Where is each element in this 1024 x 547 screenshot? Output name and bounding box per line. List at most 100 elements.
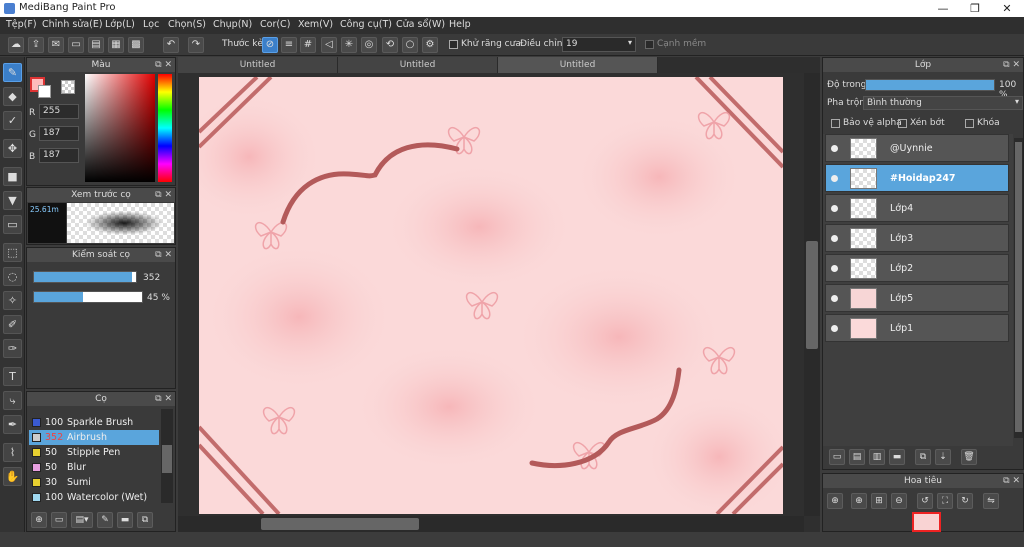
eye-icon[interactable] [831, 235, 838, 242]
panel-controls-icon[interactable]: ⧉ ✕ [155, 188, 172, 202]
eye-icon[interactable] [831, 325, 838, 332]
grid-icon[interactable]: ▩ [128, 37, 144, 53]
brush-size-slider[interactable] [33, 271, 137, 283]
duplicate-icon[interactable]: ⧉ [137, 512, 153, 528]
layer-opacity-slider[interactable] [865, 79, 995, 91]
select-pen-icon[interactable]: ✐ [3, 315, 22, 334]
comment-icon[interactable]: ✉ [48, 37, 64, 53]
brush-menu-icon[interactable]: ▤▾ [71, 512, 93, 528]
eye-icon[interactable] [831, 265, 838, 272]
background-color-swatch[interactable] [38, 85, 51, 98]
text-tool-icon[interactable]: T [3, 367, 22, 386]
rotate-right-icon[interactable]: ↻ [957, 493, 973, 509]
clipping-checkbox[interactable] [898, 119, 907, 128]
r-input[interactable]: 255 [39, 104, 79, 119]
scrollbar-thumb[interactable] [261, 518, 419, 530]
brush-item[interactable]: 50 Stipple Pen [29, 445, 159, 460]
fill-tool-icon[interactable]: ▼ [3, 191, 22, 210]
tab-document-1[interactable]: Untitled [178, 57, 338, 73]
protect-alpha-checkbox[interactable] [831, 119, 840, 128]
brush-tool-icon[interactable]: ✎ [3, 63, 22, 82]
select-eraser-icon[interactable]: ✑ [3, 339, 22, 358]
add-brush-icon[interactable]: ⊕ [31, 512, 47, 528]
settings-icon[interactable]: ⚙ [422, 37, 438, 53]
menu-tools[interactable]: Công cụ(T) [340, 19, 392, 30]
undo-icon[interactable]: ↶ [163, 37, 179, 53]
shape-tool-icon[interactable]: ■ [3, 167, 22, 186]
parallel-ruler-icon[interactable]: ≡ [281, 37, 297, 53]
menu-snap[interactable]: Chụp(N) [213, 19, 252, 30]
b-input[interactable]: 187 [39, 148, 79, 163]
eyedropper-icon[interactable]: ⌇ [3, 443, 22, 462]
layer-item[interactable]: Lớp4 [825, 194, 1009, 222]
lock-checkbox[interactable] [965, 119, 974, 128]
zoom-in-icon[interactable]: ⊕ [827, 493, 843, 509]
panel-controls-icon[interactable]: ⧉ ✕ [155, 58, 172, 72]
brush-opacity-slider[interactable] [33, 291, 143, 303]
menu-help[interactable]: Help [449, 19, 471, 30]
eye-icon[interactable] [831, 205, 838, 212]
menu-select[interactable]: Chọn(S) [168, 19, 206, 30]
menu-filter[interactable]: Lọc [143, 19, 159, 30]
tab-document-3[interactable]: Untitled [498, 57, 658, 73]
maximize-button[interactable]: ❐ [959, 0, 991, 17]
menu-file[interactable]: Tệp(F) [6, 19, 37, 30]
ellipse-icon[interactable]: ○ [402, 37, 418, 53]
fit-icon[interactable]: ⊞ [871, 493, 887, 509]
lasso-tool-icon[interactable]: ◌ [3, 267, 22, 286]
eraser-tool-icon[interactable]: ◆ [3, 87, 22, 106]
brush-settings-icon[interactable]: ✎ [97, 512, 113, 528]
layer-item[interactable]: Lớp3 [825, 224, 1009, 252]
brush-item[interactable]: 100 Sparkle Brush [29, 415, 159, 430]
brush-item[interactable]: 100 Watercolor (Wet) [29, 490, 159, 503]
pages-icon[interactable]: ▦ [108, 37, 124, 53]
blend-mode-select[interactable]: Bình thường ▾ [863, 96, 1023, 110]
new-1bit-layer-icon[interactable]: ▥ [869, 449, 885, 465]
brush-item[interactable]: 50 Blur [29, 460, 159, 475]
eye-icon[interactable] [831, 175, 838, 182]
flip-icon[interactable]: ⇋ [983, 493, 999, 509]
page-icon[interactable]: ▭ [68, 37, 84, 53]
redo-icon[interactable]: ↷ [188, 37, 204, 53]
dot-tool-icon[interactable]: ✓ [3, 111, 22, 130]
delete-layer-icon[interactable]: 🗑 [961, 449, 977, 465]
move-tool-icon[interactable]: ✥ [3, 139, 22, 158]
panel-controls-icon[interactable]: ⧉ ✕ [1003, 474, 1020, 488]
navigator-thumbnail[interactable] [912, 512, 941, 532]
duplicate-layer-icon[interactable]: ⧉ [915, 449, 931, 465]
zoom-out-icon[interactable]: ⊖ [891, 493, 907, 509]
no-ruler-icon[interactable]: ⊘ [262, 37, 278, 53]
folder-icon[interactable]: ▬ [117, 512, 133, 528]
layer-list-scrollbar[interactable] [1014, 138, 1023, 438]
fullscreen-icon[interactable]: ⛶ [937, 493, 953, 509]
drawing-canvas[interactable] [199, 77, 783, 514]
scrollbar-thumb[interactable] [806, 241, 818, 349]
close-button[interactable]: ✕ [991, 0, 1023, 17]
merge-down-icon[interactable]: ⇣ [935, 449, 951, 465]
document-icon[interactable]: ▤ [88, 37, 104, 53]
magic-wand-icon[interactable]: ✧ [3, 291, 22, 310]
smooth-checkbox[interactable] [645, 40, 654, 49]
new-folder-icon[interactable]: ▬ [889, 449, 905, 465]
menu-color[interactable]: Cor(C) [260, 19, 290, 30]
perspective-icon[interactable]: ◁ [321, 37, 337, 53]
menu-view[interactable]: Xem(V) [298, 19, 333, 30]
correction-select[interactable]: 19 ▾ [562, 37, 636, 52]
panel-controls-icon[interactable]: ⧉ ✕ [1003, 58, 1020, 72]
menu-window[interactable]: Cửa sổ(W) [396, 19, 445, 30]
radial-icon[interactable]: ✳ [341, 37, 357, 53]
brush-list-scrollbar[interactable] [161, 409, 173, 503]
saturation-value-picker[interactable] [85, 74, 155, 182]
canvas-vertical-scrollbar[interactable] [804, 73, 820, 516]
layer-item[interactable]: @Uynnie [825, 134, 1009, 162]
operation-tool-icon[interactable]: ⤷ [3, 391, 22, 410]
new-layer-icon[interactable]: ▭ [829, 449, 845, 465]
layer-item[interactable]: Lớp2 [825, 254, 1009, 282]
zoom-in-2-icon[interactable]: ⊕ [851, 493, 867, 509]
menu-edit[interactable]: Chỉnh sửa(E) [42, 19, 103, 30]
menu-layer[interactable]: Lớp(L) [105, 19, 135, 30]
g-input[interactable]: 187 [39, 126, 79, 141]
panel-controls-icon[interactable]: ⧉ ✕ [155, 392, 172, 406]
scrollbar-thumb[interactable] [1015, 142, 1022, 432]
new-8bit-layer-icon[interactable]: ▤ [849, 449, 865, 465]
